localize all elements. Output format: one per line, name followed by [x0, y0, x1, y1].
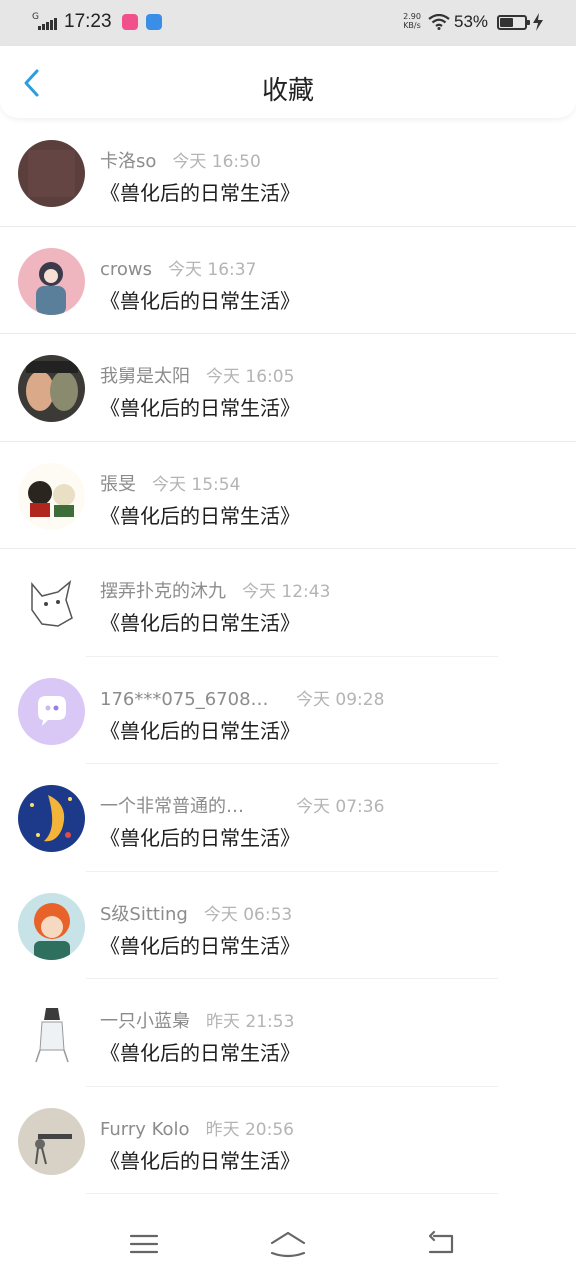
list-item[interactable]: 摆弄扑克的沐九 今天 12:43 《兽化后的日常生活》: [0, 549, 576, 657]
avatar[interactable]: [18, 462, 85, 530]
list-item[interactable]: Furry Kolo 昨天 20:56 《兽化后的日常生活》: [0, 1087, 576, 1194]
avatar[interactable]: [18, 247, 85, 315]
battery-icon: [497, 15, 530, 30]
timestamp: 今天 09:28: [296, 689, 385, 710]
list-item[interactable]: 176***075_6708… 今天 09:28 《兽化后的日常生活》: [0, 657, 576, 764]
username: Furry Kolo: [100, 1118, 190, 1140]
book-title: 《兽化后的日常生活》: [100, 181, 300, 205]
list-item[interactable]: 我舅是太阳 今天 16:05 《兽化后的日常生活》: [0, 334, 576, 442]
battery-percent: 53%: [454, 12, 489, 31]
book-title: 《兽化后的日常生活》: [100, 1041, 300, 1065]
carrier-label: G: [32, 12, 39, 22]
book-title: 《兽化后的日常生活》: [100, 288, 300, 313]
username: 卡洛so: [100, 151, 157, 172]
book-title: 《兽化后的日常生活》: [100, 933, 300, 958]
timestamp: 今天 16:37: [168, 259, 257, 280]
wifi-icon: [428, 14, 450, 30]
list-item[interactable]: 一个非常普通的… 今天 07:36 《兽化后的日常生活》: [0, 764, 576, 872]
charging-icon: [533, 13, 543, 31]
username: S级Sitting: [100, 903, 188, 925]
net-speed: 2.90 KB/s: [403, 12, 421, 30]
book-title: 《兽化后的日常生活》: [100, 718, 300, 743]
timestamp: 今天 16:05: [206, 367, 295, 387]
list-item[interactable]: 張旻 今天 15:54 《兽化后的日常生活》: [0, 442, 576, 549]
avatar[interactable]: [18, 1000, 85, 1067]
avatar[interactable]: [18, 1107, 85, 1175]
status-time: 17:23: [64, 11, 112, 32]
avatar[interactable]: [18, 677, 85, 745]
navigation-bar: [0, 1206, 576, 1280]
username: 張旻: [100, 473, 136, 495]
menu-button[interactable]: [122, 1224, 166, 1264]
list-item[interactable]: crows 今天 16:37 《兽化后的日常生活》: [0, 227, 576, 334]
home-icon: [270, 1231, 306, 1258]
book-title: 《兽化后的日常生活》: [100, 396, 300, 420]
book-title: 《兽化后的日常生活》: [100, 826, 300, 850]
timestamp: 今天 06:53: [203, 904, 293, 925]
divider: [86, 1193, 498, 1194]
timestamp: 昨天 20:56: [205, 1119, 294, 1140]
book-title: 《兽化后的日常生活》: [100, 503, 300, 528]
avatar[interactable]: [18, 785, 85, 852]
list-item[interactable]: 一只小蓝梟 昨天 21:53 《兽化后的日常生活》: [0, 979, 576, 1087]
username: crows: [100, 258, 153, 280]
header: 收藏: [0, 46, 576, 118]
book-title: 《兽化后的日常生活》: [100, 1148, 300, 1173]
book-title: 《兽化后的日常生活》: [100, 611, 300, 635]
username: 一只小蓝梟: [100, 1011, 190, 1032]
status-bar: G 17:23 2.90 KB/s 53%: [0, 0, 576, 46]
signal-icon: G: [32, 12, 60, 32]
menu-icon: [129, 1234, 159, 1254]
back-nav-button[interactable]: [418, 1224, 462, 1264]
favorites-list: 卡洛so 今天 16:50 《兽化后的日常生活》 crows 今天 16:37 《兽…: [0, 119, 576, 1194]
avatar[interactable]: [18, 355, 85, 422]
back-icon: [428, 1230, 454, 1254]
username: 一个非常普通的…: [100, 796, 244, 817]
page-title: 收藏: [261, 76, 314, 106]
avatar[interactable]: [18, 570, 85, 637]
timestamp: 昨天 21:53: [206, 1012, 295, 1032]
timestamp: 今天 07:36: [296, 797, 385, 817]
username: 我舅是太阳: [100, 366, 190, 387]
timestamp: 今天 15:54: [152, 474, 241, 495]
avatar[interactable]: [18, 140, 85, 207]
app-notification-icon-2: [146, 14, 162, 30]
avatar[interactable]: [18, 892, 85, 960]
username: 176***075_6708…: [100, 688, 269, 710]
list-item[interactable]: S级Sitting 今天 06:53 《兽化后的日常生活》: [0, 872, 576, 979]
list-item[interactable]: 卡洛so 今天 16:50 《兽化后的日常生活》: [0, 119, 576, 227]
home-button[interactable]: [266, 1224, 310, 1264]
timestamp: 今天 16:50: [172, 152, 261, 172]
username: 摆弄扑克的沐九: [100, 581, 226, 602]
app-notification-icon: [122, 14, 138, 30]
timestamp: 今天 12:43: [242, 582, 331, 602]
